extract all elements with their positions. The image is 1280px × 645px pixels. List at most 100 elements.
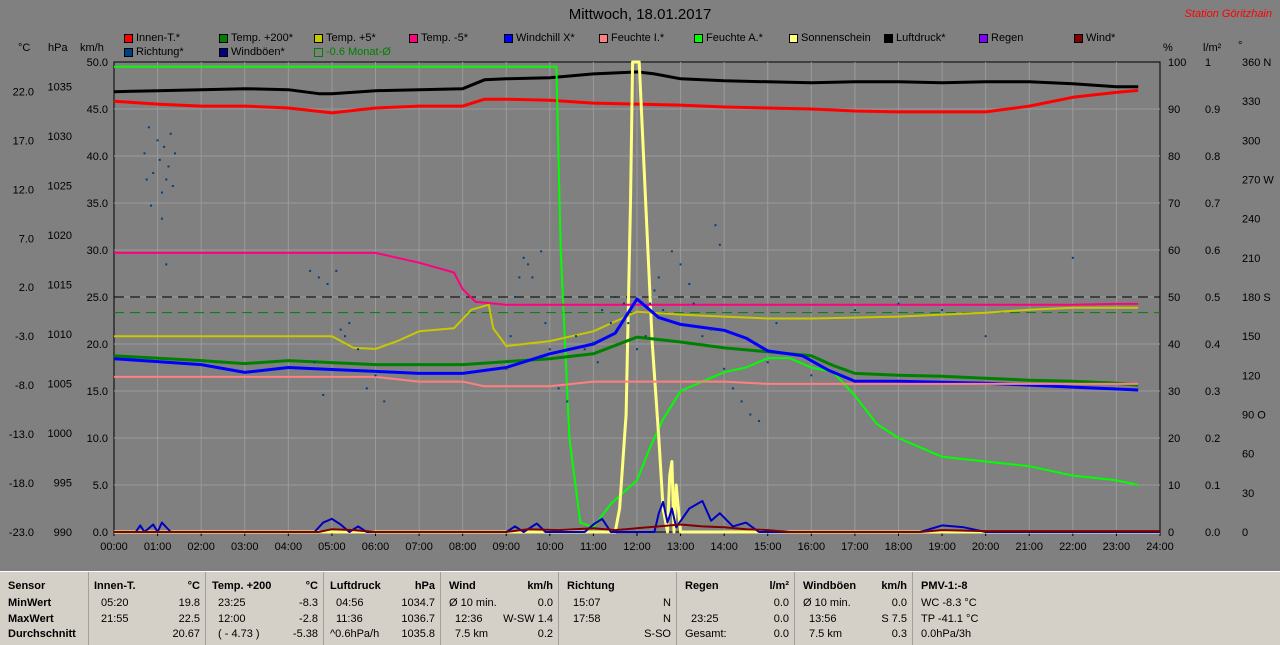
- direction-axis-label: 240: [1242, 214, 1260, 226]
- stats-wind-distance: 7.5 km: [455, 628, 489, 640]
- x-tick-label: 21:00: [1015, 541, 1043, 553]
- humidity-axis-label: 80: [1168, 151, 1180, 163]
- direction-axis-label: 210: [1242, 253, 1260, 265]
- rain-axis-label: 0.9: [1205, 104, 1220, 116]
- direction-point: [636, 348, 638, 351]
- direction-point: [583, 348, 586, 351]
- stats-luftdruck-max-time: 11:36: [336, 613, 363, 625]
- x-tick-label: 14:00: [710, 541, 738, 553]
- stats-wind-max-time: 12:36: [455, 613, 483, 625]
- stats-col-pmv: PMV-1:-8 WC -8.3 °C TP -41.1 °C 0.0hPa/3…: [912, 572, 1033, 645]
- direction-point: [688, 282, 691, 285]
- direction-point: [531, 276, 534, 279]
- humidity-axis-label: 50: [1168, 292, 1180, 304]
- x-tick-label: 06:00: [362, 541, 390, 553]
- direction-point: [540, 250, 543, 253]
- direction-point: [548, 348, 551, 351]
- direction-point: [383, 400, 386, 403]
- wind-axis-label: 35.0: [87, 198, 108, 210]
- stats-innen-title: Innen-T.: [94, 580, 136, 592]
- direction-axis-label: 180 S: [1242, 292, 1271, 304]
- direction-point: [723, 367, 726, 370]
- stats-boeen-max-time: 13:56: [809, 613, 837, 625]
- direction-point: [165, 178, 168, 181]
- stats-sensor-title: Sensor: [8, 580, 46, 592]
- direction-point: [1071, 256, 1074, 259]
- x-tick-label: 16:00: [798, 541, 826, 553]
- x-tick-label: 08:00: [449, 541, 477, 553]
- rain-axis-label: 0.5: [1205, 292, 1220, 304]
- direction-point: [662, 309, 665, 312]
- direction-point: [740, 400, 743, 403]
- direction-axis-label: 60: [1242, 449, 1254, 461]
- direction-point: [158, 158, 161, 161]
- stats-regen-unit: l/m²: [769, 580, 789, 592]
- stats-temp200-min-value: -8.3: [299, 597, 318, 609]
- wind-axis-label: 20.0: [87, 339, 108, 351]
- stats-col-richtung: Richtung 15:07 N 17:58 N S-SO: [558, 572, 677, 645]
- temp-axis-label: -8.0: [15, 380, 34, 392]
- stats-temp200-avg-note: ( - 4.73 ): [218, 628, 260, 640]
- stats-luftdruck-title: Luftdruck: [330, 580, 381, 592]
- direction-point: [509, 335, 512, 338]
- direction-point: [317, 276, 320, 279]
- rain-axis-label: 0.8: [1205, 151, 1220, 163]
- stats-luftdruck-unit: hPa: [414, 580, 435, 592]
- stats-pmv-pressure-trend: 0.0hPa/3h: [921, 628, 972, 640]
- direction-point: [984, 335, 987, 338]
- direction-axis-label: 330: [1242, 96, 1260, 108]
- direction-point: [749, 413, 752, 416]
- stats-innen-avg-value: 20.67: [172, 628, 200, 640]
- direction-point: [766, 361, 769, 364]
- direction-point: [941, 309, 944, 312]
- temp-axis-label: 2.0: [19, 282, 34, 294]
- direction-axis-label: 30: [1242, 488, 1254, 500]
- direction-point: [156, 139, 159, 142]
- rain-axis-label: 1: [1205, 57, 1211, 69]
- humidity-axis-label: 10: [1168, 480, 1180, 492]
- x-tick-label: 09:00: [492, 541, 520, 553]
- x-tick-label: 12:00: [623, 541, 651, 553]
- pressure-axis-label: 1010: [48, 329, 72, 341]
- stats-col-boeen: Windböen km/h Ø 10 min. 0.0 13:56 S 7.5 …: [794, 572, 913, 645]
- direction-point: [614, 296, 617, 298]
- stats-regen-max-time: 23:25: [691, 613, 719, 625]
- pressure-axis-label: 995: [54, 478, 72, 490]
- stats-col-regen: Regen l/m² 0.0 23:25 0.0 Gesamt: 0.0: [676, 572, 795, 645]
- stats-temp200-min-time: 23:25: [218, 597, 246, 609]
- stats-avg-label: Durchschnitt: [8, 628, 76, 640]
- x-tick-label: 10:00: [536, 541, 564, 553]
- stats-luftdruck-min-value: 1034.7: [401, 597, 435, 609]
- stats-regen-title: Regen: [685, 580, 719, 592]
- stats-temp200-unit: °C: [305, 580, 318, 592]
- direction-point: [692, 302, 695, 305]
- direction-point: [592, 341, 595, 344]
- pressure-axis-label: 1035: [48, 82, 72, 94]
- wind-axis-label: 50.0: [87, 57, 108, 69]
- direction-axis-label: 270 W: [1242, 175, 1274, 187]
- direction-point: [557, 387, 560, 390]
- pressure-axis-label: 1030: [48, 131, 72, 143]
- direction-point: [527, 263, 530, 266]
- stats-innen-min-value: 19.8: [178, 597, 200, 609]
- humidity-axis-label: 70: [1168, 198, 1180, 210]
- direction-point: [609, 322, 612, 325]
- direction-point: [365, 387, 368, 390]
- direction-point: [596, 361, 599, 364]
- temp-axis-label: -3.0: [15, 331, 34, 343]
- stats-temp200-avg-value: -5.38: [292, 628, 318, 640]
- wind-axis-label: 30.0: [87, 245, 108, 257]
- stats-luftdruck-min-time: 04:56: [336, 597, 364, 609]
- direction-point: [518, 276, 521, 279]
- pressure-axis-label: 1000: [48, 428, 72, 440]
- direction-point: [505, 367, 508, 370]
- stats-boeen-min-label: Ø 10 min.: [803, 597, 851, 609]
- direction-point: [574, 335, 577, 338]
- stats-luftdruck-trend: ^0.6hPa/h: [330, 628, 380, 640]
- pressure-axis-label: 1025: [48, 181, 72, 193]
- stats-wind-max-value: W-SW 1.4: [503, 613, 553, 625]
- direction-axis-label: 300: [1242, 135, 1260, 147]
- direction-point: [718, 243, 721, 246]
- direction-point: [627, 322, 630, 325]
- pressure-axis-label: 1020: [48, 230, 72, 242]
